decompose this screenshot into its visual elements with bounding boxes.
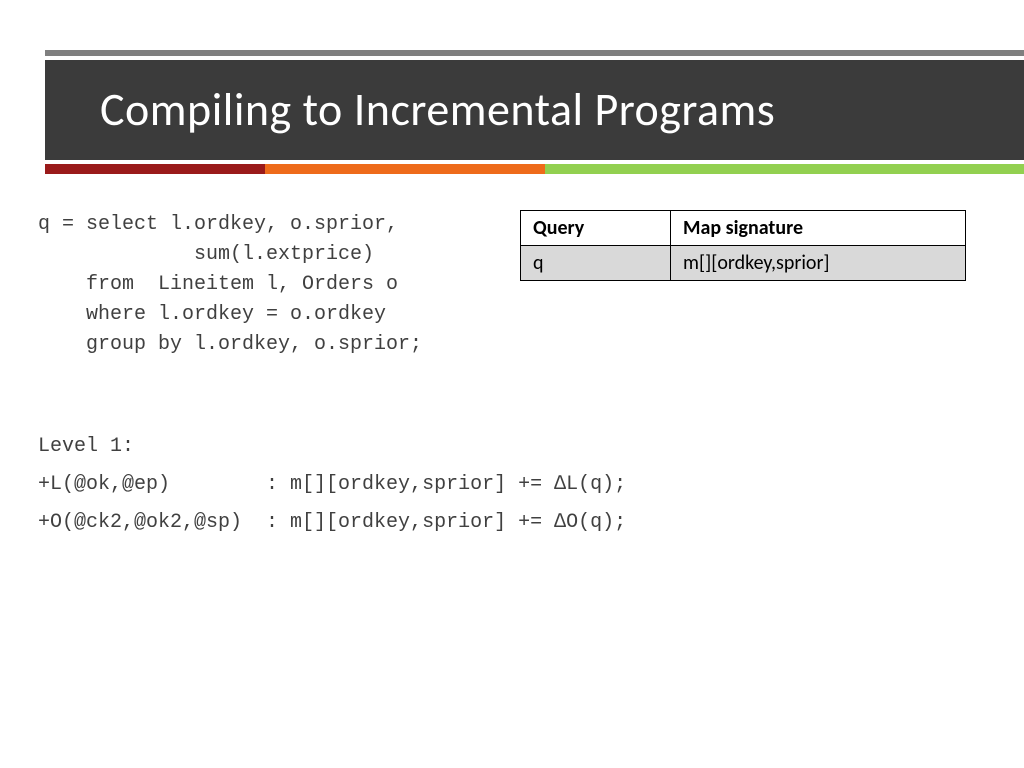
slide-title: Compiling to Incremental Programs: [100, 82, 775, 138]
title-band: Compiling to Incremental Programs: [45, 60, 1024, 160]
strip-green: [545, 164, 1024, 174]
table-row: q m[][ordkey,sprior]: [521, 246, 966, 281]
th-query: Query: [521, 211, 671, 246]
query-code-block: q = select l.ordkey, o.sprior, sum(l.ext…: [38, 210, 422, 360]
table-header-row: Query Map signature: [521, 211, 966, 246]
cell-map-signature: m[][ordkey,sprior]: [671, 246, 966, 281]
map-signature-table: Query Map signature q m[][ordkey,sprior]: [520, 210, 966, 281]
strip-orange: [265, 164, 545, 174]
th-map-signature: Map signature: [671, 211, 966, 246]
level-code-block: Level 1: +L(@ok,@ep) : m[][ordkey,sprior…: [38, 428, 626, 542]
color-strip: [45, 164, 1024, 174]
strip-red: [45, 164, 265, 174]
cell-query: q: [521, 246, 671, 281]
accent-thin-bar: [45, 50, 1024, 56]
